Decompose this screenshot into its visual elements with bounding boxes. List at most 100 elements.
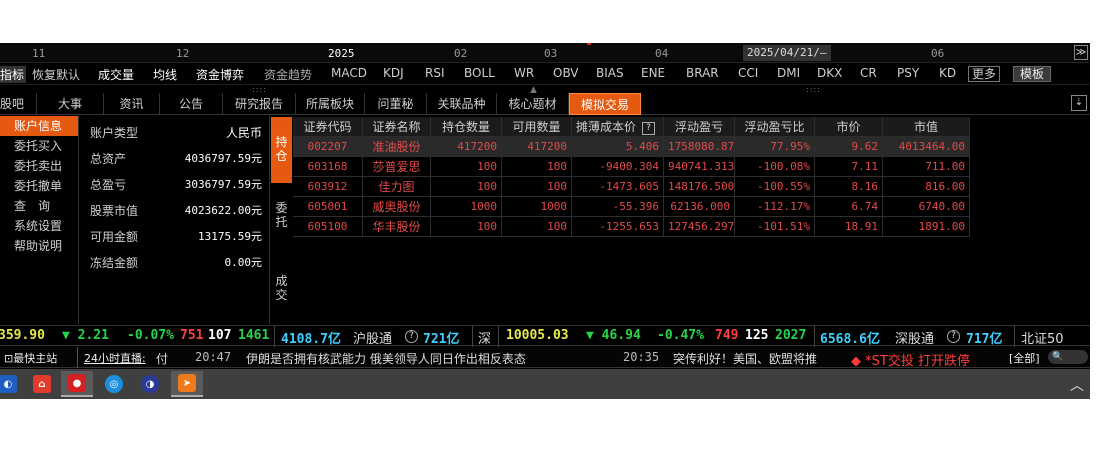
- table-row[interactable]: 605001 威奥股份 1000 1000 -55.396 62136.000 -112.1…: [293, 197, 970, 217]
- table-cell: 准油股份: [363, 137, 431, 157]
- indicator-tab[interactable]: CR: [860, 66, 877, 80]
- vtab-label: 持仓: [275, 135, 288, 163]
- table-cell: 62136.000: [664, 197, 735, 217]
- help-icon[interactable]: ?: [947, 328, 960, 343]
- sz-index-pct: -0.47%: [657, 328, 704, 343]
- table-cell: 127456.297: [664, 217, 735, 237]
- nav-cancel-order[interactable]: 委托撤单: [0, 176, 78, 196]
- expand-icon[interactable]: ≫: [1074, 45, 1088, 60]
- vtab-positions[interactable]: 持仓: [271, 117, 292, 183]
- indicator-tab[interactable]: CCI: [738, 66, 758, 80]
- bz50-label[interactable]: 北证50: [1021, 328, 1064, 347]
- col-header[interactable]: 证券名称: [363, 117, 431, 137]
- indicator-tab[interactable]: MACD: [331, 66, 367, 80]
- news-headline[interactable]: 突传利好！美国、欧盟将推: [673, 350, 846, 367]
- table-cell: 100: [502, 157, 572, 177]
- sz-index-change: ▼ 46.94: [586, 328, 641, 343]
- indicator-tab[interactable]: BRAR: [686, 66, 719, 80]
- time-tick: 04: [655, 47, 669, 60]
- vtab-orders[interactable]: 委托: [271, 195, 292, 255]
- table-row[interactable]: 603912 佳力图 100 100 -1473.605 148176.500 -100.5…: [293, 177, 970, 197]
- sz-flat-count: 125: [745, 328, 769, 343]
- all-news-link[interactable]: [全部]: [1009, 350, 1040, 366]
- indicator-tab[interactable]: KD: [939, 66, 956, 80]
- indicator-tab[interactable]: DMI: [777, 66, 800, 80]
- live-link[interactable]: 24小时直播:: [84, 350, 146, 366]
- col-header-cost[interactable]: 摊薄成本价?: [572, 117, 664, 137]
- sz-index-value[interactable]: 10005.03: [506, 328, 569, 343]
- col-header[interactable]: 证券代码: [293, 117, 363, 137]
- nav-query[interactable]: 查 询: [0, 196, 78, 216]
- indicator-tab[interactable]: BOLL: [464, 66, 495, 80]
- stock-alert[interactable]: ◆ *ST交投 打开跌停: [851, 350, 970, 369]
- indicator-tab[interactable]: 均线: [153, 66, 177, 83]
- tab-guba[interactable]: 股吧: [0, 93, 37, 115]
- indicator-tab[interactable]: 指标: [0, 66, 27, 83]
- news-headline[interactable]: 伊朗是否拥有核武能力 俄美领导人同日作出相反表态: [246, 350, 526, 367]
- indicator-tab[interactable]: RSI: [425, 66, 445, 80]
- taskbar-app[interactable]: ●: [61, 371, 93, 397]
- more-button[interactable]: 更多: [968, 66, 1001, 82]
- indicator-tab[interactable]: BIAS: [596, 66, 624, 80]
- tab-simulated-trading[interactable]: 模拟交易: [569, 93, 641, 115]
- tab-related[interactable]: 关联品种: [427, 93, 497, 115]
- table-row[interactable]: 603168 莎普爱思 100 100 -9400.304 940741.313 -100.…: [293, 157, 970, 177]
- help-icon[interactable]: ?: [405, 328, 418, 343]
- indicator-tab[interactable]: 恢复默认: [32, 66, 80, 83]
- search-icon[interactable]: 🔍: [1048, 350, 1088, 364]
- tab-announcements[interactable]: 公告: [160, 93, 223, 115]
- taskbar-app[interactable]: ◑: [134, 371, 166, 397]
- info-tab-bar: 股吧 大事 资讯 公告 研究报告 所属板块 问董秘 关联品种 核心题材 模拟交易…: [0, 93, 1090, 115]
- col-header[interactable]: 可用数量: [502, 117, 572, 137]
- indicator-tab[interactable]: KDJ: [383, 66, 404, 80]
- taskbar-app[interactable]: ◐: [0, 371, 24, 397]
- template-button[interactable]: 模板: [1013, 66, 1052, 82]
- table-cell: 6740.00: [883, 197, 970, 217]
- download-icon[interactable]: ⇣: [1071, 95, 1087, 111]
- monitor-icon: ⊡: [4, 352, 14, 365]
- indicator-tab[interactable]: 资金趋势: [264, 66, 312, 83]
- hgt-label[interactable]: 沪股通: [353, 328, 392, 347]
- table-cell: 威奥股份: [363, 197, 431, 217]
- table-row[interactable]: 605100 华丰股份 100 100 -1255.653 127456.297 -101.…: [293, 217, 970, 237]
- trade-app-icon: ●: [68, 374, 86, 392]
- holdings-header: 证券代码 证券名称 持仓数量 可用数量 摊薄成本价? 浮动盈亏 浮动盈亏比 市价…: [293, 117, 970, 137]
- col-header[interactable]: 市价: [815, 117, 883, 137]
- indicator-tab[interactable]: ENE: [641, 66, 665, 80]
- table-row[interactable]: 002207 准油股份 417200 417200 5.406 1758080.875 77…: [293, 137, 970, 157]
- nav-account-info[interactable]: 账户信息: [0, 116, 78, 136]
- taskbar-app[interactable]: ⌂: [26, 371, 58, 397]
- nav-settings[interactable]: 系统设置: [0, 216, 78, 236]
- taskbar-app[interactable]: ◎: [98, 371, 130, 397]
- indicator-tab[interactable]: OBV: [553, 66, 579, 80]
- nav-buy[interactable]: 委托买入: [0, 136, 78, 156]
- taskbar-app[interactable]: ➤: [171, 371, 203, 397]
- nav-help[interactable]: 帮助说明: [0, 236, 78, 256]
- browser-icon: ◎: [105, 375, 123, 393]
- tab-events[interactable]: 大事: [37, 93, 104, 115]
- col-header[interactable]: 浮动盈亏: [664, 117, 735, 137]
- chevron-up-icon[interactable]: ︿: [1070, 375, 1084, 395]
- tab-news[interactable]: 资讯: [104, 93, 160, 115]
- tab-research[interactable]: 研究报告: [223, 93, 296, 115]
- indicator-tab[interactable]: PSY: [897, 66, 919, 80]
- indicator-tab[interactable]: 资金博弈: [196, 66, 244, 83]
- tab-sector[interactable]: 所属板块: [296, 93, 365, 115]
- sz-label[interactable]: 深: [478, 328, 491, 347]
- home-station-link[interactable]: ⊡最快主站: [4, 350, 57, 366]
- help-icon[interactable]: ?: [642, 122, 656, 135]
- indicator-tab[interactable]: WR: [514, 66, 534, 80]
- tab-core-themes[interactable]: 核心题材: [497, 93, 569, 115]
- col-header[interactable]: 持仓数量: [431, 117, 502, 137]
- col-header[interactable]: 浮动盈亏比: [735, 117, 815, 137]
- vtab-deals[interactable]: 成交: [271, 268, 292, 324]
- nav-sell[interactable]: 委托卖出: [0, 156, 78, 176]
- indicator-tab[interactable]: DKX: [817, 66, 842, 80]
- tab-ask-secretary[interactable]: 问董秘: [365, 93, 427, 115]
- indicator-tab[interactable]: 成交量: [98, 66, 134, 83]
- col-header[interactable]: 市值: [883, 117, 970, 137]
- taskbar: ◐ ⌂ ● ◎ ◑ ➤ ︿: [0, 369, 1090, 399]
- news-ticker: ⊡最快主站 24小时直播: 付 20:47 伊朗是否拥有核武能力 俄美领导人同日…: [0, 347, 1090, 369]
- sh-index-value[interactable]: 359.90: [0, 328, 45, 343]
- sgt-label[interactable]: 深股通: [895, 328, 934, 347]
